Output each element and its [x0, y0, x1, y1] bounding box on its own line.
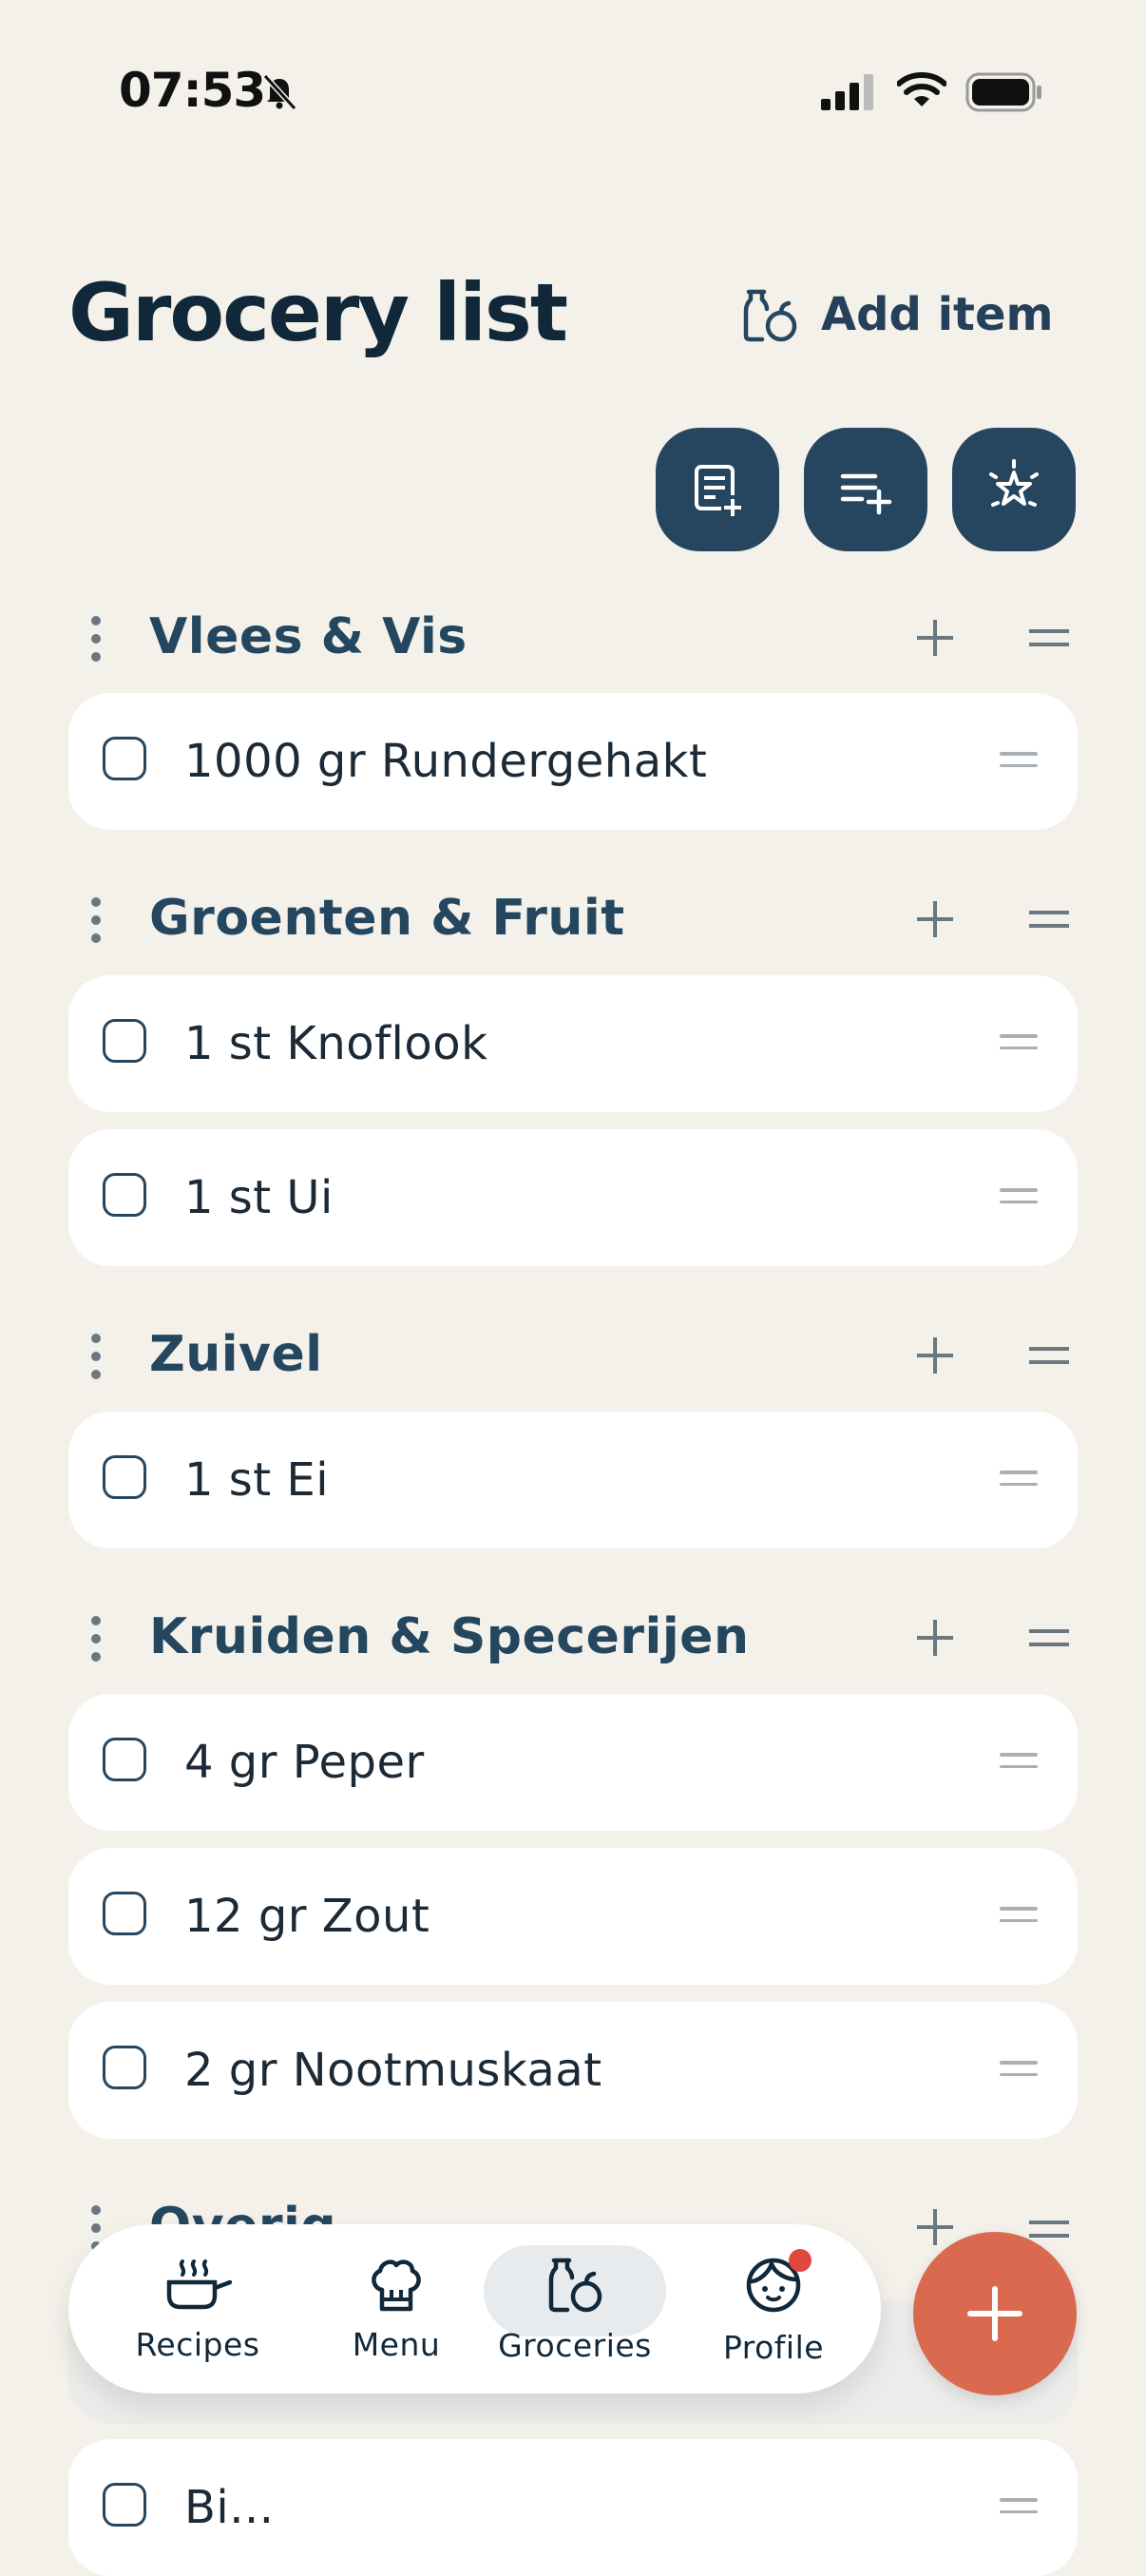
item-label: 1 st Knoflook [184, 1017, 488, 1070]
category-drag-handle[interactable] [82, 610, 110, 667]
category-drag-handle[interactable] [82, 1610, 110, 1667]
list-item[interactable]: 12 gr Zout [68, 1848, 1078, 1985]
nav-label: Groceries [498, 2326, 652, 2364]
drag-handle-icon[interactable] [1000, 1753, 1038, 1770]
signal-icon [821, 74, 873, 110]
category-reorder-icon[interactable] [1027, 624, 1071, 652]
bell-muted-icon [262, 73, 297, 111]
sparkle-icon [989, 459, 1039, 507]
page-title: Grocery list [68, 266, 568, 359]
groceries-add-icon [743, 289, 797, 342]
item-label: 1000 gr Rundergehakt [184, 735, 708, 788]
drag-handle-icon[interactable] [1000, 2498, 1038, 2515]
drag-handle-icon[interactable] [1000, 1034, 1038, 1051]
drag-handle-icon[interactable] [1000, 1471, 1038, 1488]
item-label: 2 gr Nootmuskaat [184, 2044, 602, 2097]
add-list-icon [695, 465, 744, 518]
list-item[interactable]: 1000 gr Rundergehakt [68, 693, 1078, 830]
notification-badge [789, 2248, 812, 2272]
groceries-icon [548, 2258, 602, 2312]
add-item-button[interactable]: Add item [739, 281, 1054, 348]
item-checkbox[interactable] [103, 1455, 146, 1499]
drag-handle-icon[interactable] [1000, 752, 1038, 769]
item-checkbox[interactable] [103, 1173, 146, 1217]
add-to-list-button[interactable] [804, 428, 927, 551]
item-checkbox[interactable] [103, 1738, 146, 1781]
add-list-button[interactable] [656, 428, 779, 551]
category-add-icon[interactable] [911, 895, 959, 943]
item-label: 4 gr Peper [184, 1736, 425, 1789]
chef-hat-icon [372, 2259, 421, 2311]
category-title: Vlees & Vis [149, 608, 468, 665]
nav-item-recipes[interactable]: Recipes [107, 2224, 288, 2393]
nav-label: Profile [722, 2328, 825, 2366]
category-drag-handle[interactable] [82, 1328, 110, 1385]
status-time: 07:53 [119, 63, 266, 118]
category-drag-handle[interactable] [82, 892, 110, 949]
nav-item-profile[interactable]: Profile [683, 2224, 864, 2393]
category-reorder-icon[interactable] [1027, 2215, 1071, 2243]
item-label: 1 st Ei [184, 1453, 330, 1507]
item-label: Bi... [184, 2481, 275, 2534]
item-label: 12 gr Zout [184, 1890, 430, 1943]
add-fab-button[interactable] [913, 2232, 1077, 2395]
list-item[interactable]: 1 st Knoflook [68, 975, 1078, 1112]
nav-item-groceries[interactable]: Groceries [485, 2224, 665, 2393]
add-to-list-icon [840, 473, 892, 515]
bottom-nav: Recipes Menu Groceries Profile [68, 2224, 881, 2393]
nav-label: Menu [352, 2325, 441, 2363]
plus-icon [967, 2286, 1022, 2341]
add-item-label: Add item [821, 288, 1054, 341]
list-item[interactable]: 2 gr Nootmuskaat [68, 2002, 1078, 2139]
list-item[interactable]: Bi... [68, 2439, 1078, 2576]
item-checkbox[interactable] [103, 2046, 146, 2089]
drag-handle-icon[interactable] [1000, 1188, 1038, 1205]
category-add-icon[interactable] [911, 614, 959, 662]
category-reorder-icon[interactable] [1027, 1624, 1071, 1652]
category-add-icon[interactable] [911, 1614, 959, 1662]
category-title: Kruiden & Specerijen [149, 1608, 750, 1665]
category-title: Groenten & Fruit [149, 890, 625, 947]
item-checkbox[interactable] [103, 2483, 146, 2527]
list-item[interactable]: 1 st Ei [68, 1412, 1078, 1548]
suggestions-button[interactable] [952, 428, 1076, 551]
list-item[interactable]: 1 st Ui [68, 1129, 1078, 1266]
item-label: 1 st Ui [184, 1171, 334, 1224]
nav-label: Recipes [135, 2325, 260, 2363]
item-checkbox[interactable] [103, 1892, 146, 1935]
battery-icon [965, 72, 1041, 112]
wifi-icon [897, 72, 946, 106]
nav-item-menu[interactable]: Menu [306, 2224, 487, 2393]
item-checkbox[interactable] [103, 737, 146, 780]
list-item[interactable]: 4 gr Peper [68, 1694, 1078, 1831]
category-add-icon[interactable] [911, 1332, 959, 1379]
category-title: Zuivel [149, 1326, 323, 1383]
pan-icon [166, 2259, 232, 2309]
drag-handle-icon[interactable] [1000, 2061, 1038, 2078]
category-reorder-icon[interactable] [1027, 905, 1071, 933]
drag-handle-icon[interactable] [1000, 1907, 1038, 1924]
category-reorder-icon[interactable] [1027, 1341, 1071, 1370]
item-checkbox[interactable] [103, 1019, 146, 1063]
